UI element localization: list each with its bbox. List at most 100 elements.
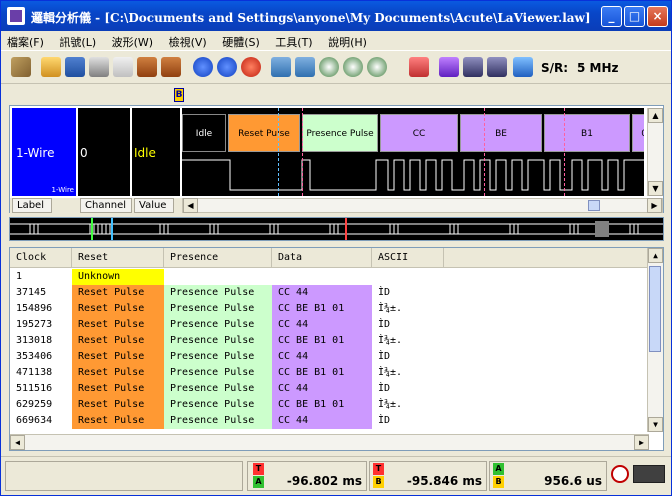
table-scroll-right-button[interactable]: ▶ <box>634 435 649 450</box>
waveform-canvas[interactable]: Idle Reset Pulse Presence Pulse CC BE B1… <box>182 108 644 196</box>
clock-icon[interactable] <box>611 465 629 483</box>
table-scroll-down-button[interactable]: ▼ <box>648 417 663 432</box>
label-header[interactable]: Label <box>12 198 52 213</box>
cursor-move-icon[interactable] <box>295 57 315 77</box>
run-repeat-icon[interactable] <box>217 57 237 77</box>
search-next-icon[interactable] <box>487 57 507 77</box>
title-bar[interactable]: 邏輯分析儀 - [C:\Documents and Settings\anyon… <box>1 1 671 31</box>
scroll-right-button[interactable]: ▶ <box>647 198 662 213</box>
table-hscroll[interactable]: ◀ ▶ <box>10 434 649 450</box>
cell-ascii: Ì¾±. <box>378 367 403 378</box>
table-row[interactable]: 629259 Reset Pulse Presence Pulse CC BE B1 … <box>10 397 650 413</box>
menu-file[interactable]: 檔案(F) <box>1 31 50 53</box>
cell-clock: 1 <box>16 271 23 282</box>
save-icon[interactable] <box>65 57 85 77</box>
window-title: 邏輯分析儀 - [C:\Documents and Settings\anyon… <box>31 11 591 25</box>
wizard-icon[interactable] <box>11 57 31 77</box>
table-row[interactable]: 313018 Reset Pulse Presence Pulse CC BE B1 … <box>10 333 650 349</box>
decode-table: Clock Reset Presence Data ASCII 1 Unknown… <box>9 247 664 451</box>
trigger-icon[interactable] <box>409 57 429 77</box>
segment-idle: Idle <box>182 114 226 152</box>
cursor-line <box>278 108 279 196</box>
voltage-icon[interactable] <box>439 57 459 77</box>
status-bar: T A -96.802 ms T B -95.846 ms A B 956.6 … <box>1 456 671 496</box>
menu-waveform[interactable]: 波形(W) <box>106 31 159 53</box>
sample-rate-value[interactable]: 5 MHz <box>577 61 619 75</box>
segment-be: BE <box>460 114 542 152</box>
sample-rate-label: S/R: <box>541 61 569 75</box>
table-vscroll[interactable]: ▲ ▼ <box>647 248 663 432</box>
status-ta-panel: T A -96.802 ms <box>247 461 367 491</box>
menu-tools[interactable]: 工具(T) <box>269 31 318 53</box>
pulse-icon[interactable] <box>633 465 665 483</box>
cell-clock: 353406 <box>16 351 53 362</box>
run-icon[interactable] <box>193 57 213 77</box>
cursor-b-badge: B <box>373 476 384 488</box>
scroll-up-button[interactable]: ▲ <box>648 108 663 123</box>
wave-hscroll[interactable]: ◀ ▶ <box>182 198 663 213</box>
overview-strip[interactable] <box>9 217 664 241</box>
column-header-data[interactable]: Data <box>272 248 372 268</box>
cell-data: CC 44 <box>272 349 372 365</box>
cell-clock: 471138 <box>16 367 53 378</box>
maximize-button[interactable]: □ <box>624 6 645 27</box>
table-scroll-up-button[interactable]: ▲ <box>648 248 663 263</box>
cell-reset: Reset Pulse <box>72 285 164 301</box>
column-header-presence[interactable]: Presence <box>164 248 272 268</box>
cursor-b-marker[interactable]: B <box>174 88 184 102</box>
scroll-left-button[interactable]: ◀ <box>183 198 198 213</box>
scroll-down-button[interactable]: ▼ <box>648 181 663 196</box>
table-row[interactable]: 154896 Reset Pulse Presence Pulse CC BE B1 … <box>10 301 650 317</box>
stop-icon[interactable] <box>241 57 261 77</box>
cell-ascii: Ì¾±. <box>378 399 403 410</box>
cursor-add-icon[interactable] <box>271 57 291 77</box>
cell-clock: 154896 <box>16 303 53 314</box>
channel-header[interactable]: Channel <box>80 198 132 213</box>
column-header-reset[interactable]: Reset <box>72 248 164 268</box>
cell-reset: Reset Pulse <box>72 349 164 365</box>
table-row[interactable]: 353406 Reset Pulse Presence Pulse CC 44 ÌD <box>10 349 650 365</box>
menu-hardware[interactable]: 硬體(S) <box>216 31 266 53</box>
status-message-panel <box>5 461 243 491</box>
zoom-out-icon[interactable] <box>343 57 363 77</box>
column-header-clock[interactable]: Clock <box>10 248 72 268</box>
scroll-thumb[interactable] <box>588 200 600 211</box>
cell-reset: Reset Pulse <box>72 397 164 413</box>
bus-decode-icon[interactable] <box>513 57 533 77</box>
zoom-menu-icon[interactable] <box>367 57 387 77</box>
value-header[interactable]: Value <box>134 198 174 213</box>
close-button[interactable]: × <box>647 6 668 27</box>
cell-reset: Reset Pulse <box>72 413 164 429</box>
table-row[interactable]: 37145 Reset Pulse Presence Pulse CC 44 ÌD <box>10 285 650 301</box>
zoom-in-icon[interactable] <box>319 57 339 77</box>
open-folder-icon[interactable] <box>41 57 61 77</box>
print-icon[interactable] <box>89 57 109 77</box>
table-scroll-left-button[interactable]: ◀ <box>10 435 25 450</box>
cursor-a-badge: A <box>253 476 264 488</box>
status-ab-value: 956.6 us <box>544 474 602 488</box>
table-row[interactable]: 195273 Reset Pulse Presence Pulse CC 44 ÌD <box>10 317 650 333</box>
menu-signal[interactable]: 訊號(L) <box>53 31 102 53</box>
table-scroll-thumb[interactable] <box>649 266 661 352</box>
status-tb-panel: T B -95.846 ms <box>369 461 487 491</box>
channel-label[interactable]: 1-Wire 1-Wire <box>12 108 76 196</box>
cell-data: CC 44 <box>272 317 372 333</box>
value-cell: Idle <box>132 108 180 196</box>
case-icon[interactable] <box>137 57 157 77</box>
segment-presence: Presence Pulse <box>302 114 378 152</box>
menu-help[interactable]: 說明(H) <box>322 31 373 53</box>
wave-vscroll[interactable]: ▲ ▼ <box>647 108 663 196</box>
menu-view[interactable]: 檢視(V) <box>163 31 213 53</box>
search-icon[interactable] <box>463 57 483 77</box>
table-row[interactable]: 471138 Reset Pulse Presence Pulse CC BE B1 … <box>10 365 650 381</box>
minimize-button[interactable]: _ <box>601 6 622 27</box>
cell-data: CC 44 <box>272 413 372 429</box>
table-row[interactable]: 1 Unknown <box>10 269 650 285</box>
table-row[interactable]: 669634 Reset Pulse Presence Pulse CC 44 ÌD <box>10 413 650 429</box>
column-header-empty <box>444 248 649 268</box>
cell-data: CC BE B1 01 <box>272 333 372 349</box>
case-export-icon[interactable] <box>161 57 181 77</box>
column-header-ascii[interactable]: ASCII <box>372 248 444 268</box>
table-row[interactable]: 511516 Reset Pulse Presence Pulse CC 44 ÌD <box>10 381 650 397</box>
copy-icon[interactable] <box>113 57 133 77</box>
